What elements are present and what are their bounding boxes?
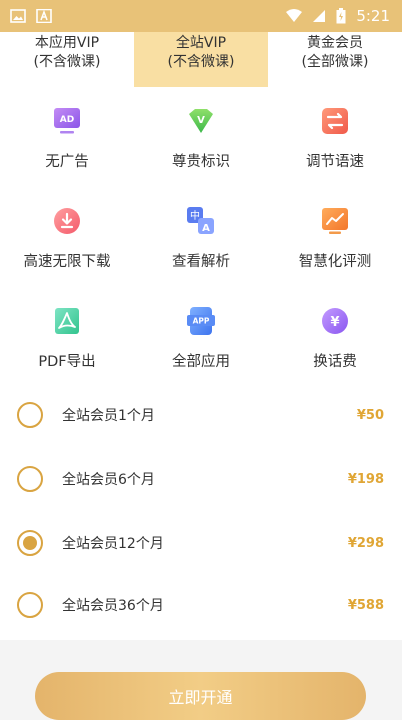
tab-title: 黄金会员 bbox=[307, 34, 363, 51]
feature-label: 调节语速 bbox=[306, 154, 364, 170]
vip-badge-icon: V bbox=[189, 109, 213, 133]
tab-title: 全站VIP bbox=[175, 34, 227, 51]
plan-option-12-months[interactable]: 全站会员12个月 ¥298 bbox=[0, 511, 402, 575]
app-icon: APP bbox=[187, 307, 215, 335]
feature-all-apps: APP 全部应用 bbox=[134, 296, 268, 386]
app-notification-icon bbox=[36, 9, 52, 23]
plan-name: 全站会员36个月 bbox=[62, 598, 164, 614]
tab-subtitle: (不含微课) bbox=[33, 53, 101, 70]
plan-price: ¥198 bbox=[347, 471, 384, 487]
plan-price: ¥298 bbox=[347, 535, 384, 551]
plan-name: 全站会员12个月 bbox=[62, 536, 164, 552]
chart-icon bbox=[322, 208, 348, 234]
speed-adjust-icon bbox=[322, 108, 348, 134]
ad-icon: AD bbox=[54, 108, 80, 134]
feature-label: 尊贵标识 bbox=[172, 154, 230, 170]
svg-text:¥: ¥ bbox=[330, 315, 339, 330]
feature-grid: AD 无广告 V 尊贵标识 调节语速 高速无限下载 中 A 查看解析 智慧化评测… bbox=[0, 96, 402, 386]
plan-name: 全站会员1个月 bbox=[62, 408, 155, 424]
plan-name: 全站会员6个月 bbox=[62, 472, 155, 488]
feature-label: 无广告 bbox=[45, 154, 89, 170]
clock: 5:21 bbox=[356, 7, 390, 25]
svg-text:APP: APP bbox=[193, 317, 210, 326]
radio-button[interactable] bbox=[17, 402, 43, 428]
feature-label: PDF导出 bbox=[38, 354, 96, 370]
feature-analysis: 中 A 查看解析 bbox=[134, 196, 268, 286]
radio-button-selected[interactable] bbox=[17, 530, 43, 556]
feature-download: 高速无限下载 bbox=[0, 196, 134, 286]
plan-price: ¥50 bbox=[356, 407, 384, 423]
tab-app-vip[interactable]: 本应用VIP (不含微课) bbox=[0, 32, 134, 87]
plan-option-36-months[interactable]: 全站会员36个月 ¥588 bbox=[0, 573, 402, 637]
feature-no-ads: AD 无广告 bbox=[0, 96, 134, 186]
feature-pdf-export: PDF导出 bbox=[0, 296, 134, 386]
translate-icon: 中 A bbox=[187, 207, 214, 234]
tab-gold-member[interactable]: 黄金会员 (全部微课) bbox=[268, 32, 402, 87]
pdf-icon bbox=[55, 308, 79, 334]
feature-evaluation: 智慧化评测 bbox=[268, 196, 402, 286]
yen-icon: ¥ bbox=[322, 308, 348, 334]
feature-label: 智慧化评测 bbox=[298, 254, 372, 270]
svg-text:V: V bbox=[197, 115, 205, 126]
feature-label: 查看解析 bbox=[172, 254, 230, 270]
feature-speed: 调节语速 bbox=[268, 96, 402, 186]
open-membership-button[interactable]: 立即开通 bbox=[35, 672, 366, 720]
radio-button[interactable] bbox=[17, 592, 43, 618]
feature-label: 换话费 bbox=[313, 354, 357, 370]
download-icon bbox=[54, 208, 80, 234]
feature-label: 高速无限下载 bbox=[23, 254, 111, 270]
plan-price: ¥588 bbox=[347, 597, 384, 613]
image-notification-icon bbox=[10, 9, 26, 23]
tab-site-vip[interactable]: 全站VIP (不含微课) bbox=[134, 32, 268, 87]
svg-text:中: 中 bbox=[190, 209, 200, 222]
membership-tabs: 本应用VIP (不含微课) 全站VIP (不含微课) 黄金会员 (全部微课) bbox=[0, 32, 402, 87]
status-bar: 5:21 bbox=[0, 0, 402, 32]
tab-title: 本应用VIP bbox=[34, 34, 100, 51]
feature-label: 全部应用 bbox=[172, 354, 230, 370]
svg-text:AD: AD bbox=[60, 115, 74, 125]
radio-button[interactable] bbox=[17, 466, 43, 492]
plan-option-6-months[interactable]: 全站会员6个月 ¥198 bbox=[0, 447, 402, 511]
feature-phone-credit: ¥ 换话费 bbox=[268, 296, 402, 386]
wifi-icon bbox=[286, 9, 303, 22]
signal-icon bbox=[313, 10, 326, 22]
plan-option-1-month[interactable]: 全站会员1个月 ¥50 bbox=[0, 383, 402, 447]
tab-subtitle: (不含微课) bbox=[167, 53, 235, 70]
tab-subtitle: (全部微课) bbox=[301, 53, 369, 70]
battery-icon bbox=[336, 8, 346, 24]
feature-vip-badge: V 尊贵标识 bbox=[134, 96, 268, 186]
svg-text:A: A bbox=[202, 223, 210, 234]
